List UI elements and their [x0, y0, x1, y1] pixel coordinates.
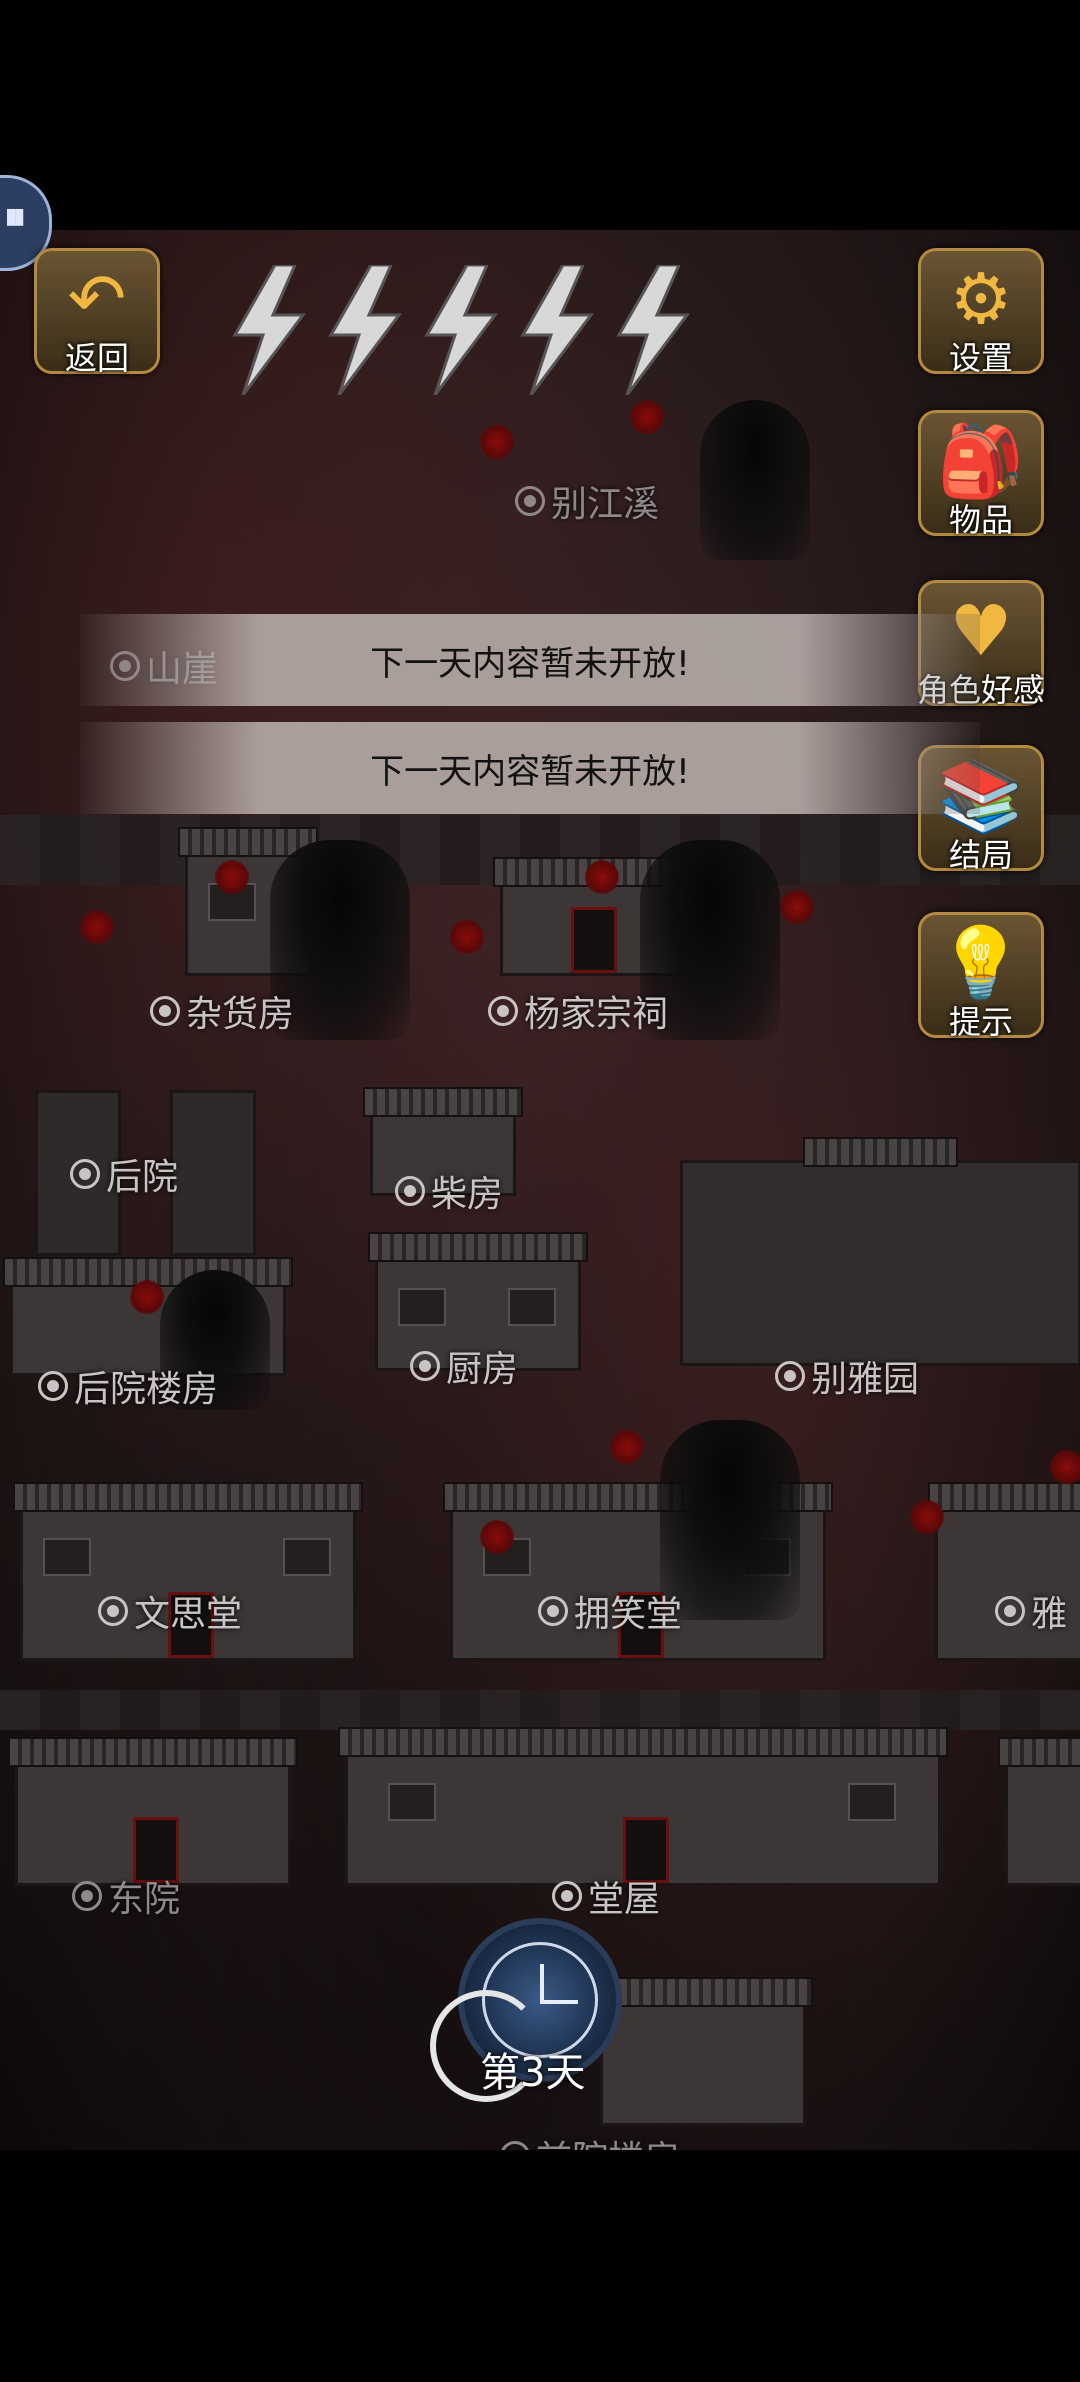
blood-spot — [480, 425, 514, 459]
blood-spot — [630, 400, 664, 434]
lightning-bolt-icon — [424, 265, 498, 395]
blood-spot — [910, 1500, 944, 1534]
location-dongyuan[interactable]: 东院 — [72, 1870, 180, 1922]
location-marker-icon — [410, 1351, 440, 1381]
back-arrow-icon: ↶ — [67, 258, 127, 340]
ya-building — [928, 1482, 1080, 1661]
backpack-icon: 🎒 — [937, 420, 1025, 502]
blood-spot — [585, 860, 619, 894]
location-ya[interactable]: 雅 — [995, 1585, 1067, 1637]
location-zahuofang[interactable]: 杂货房 — [150, 985, 294, 1037]
blood-spot — [80, 910, 114, 944]
location-wensitang[interactable]: 文思堂 — [98, 1585, 242, 1637]
gear-icon: ⚙ — [949, 258, 1013, 340]
location-marker-icon — [995, 1596, 1025, 1626]
location-bieyayuan[interactable]: 别雅园 — [775, 1350, 919, 1402]
location-marker-icon — [775, 1361, 805, 1391]
ghost-figure — [700, 400, 810, 560]
top-shade — [0, 0, 1080, 230]
bieyayuan-garden — [680, 1137, 1080, 1366]
location-marker-icon — [552, 1881, 582, 1911]
location-houyuanloufang[interactable]: 后院楼房 — [38, 1360, 218, 1412]
blood-spot — [780, 890, 814, 924]
location-biejiangxi[interactable]: 别江溪 — [515, 475, 659, 527]
location-marker-icon — [70, 1159, 100, 1189]
houyuan-gate-right — [170, 1090, 256, 1256]
location-yangjia[interactable]: 杨家宗祠 — [488, 985, 668, 1037]
wensitang-building — [13, 1482, 363, 1661]
location-yongxiaotang[interactable]: 拥笑堂 — [538, 1585, 682, 1637]
location-chufang[interactable]: 厨房 — [410, 1340, 518, 1392]
hint-button[interactable]: 💡 提示 — [918, 912, 1044, 1041]
blood-spot — [610, 1430, 644, 1464]
toast-message: 下一天内容暂未开放! — [80, 722, 980, 814]
lightning-bolt-icon — [520, 265, 594, 395]
lightning-bolt-icon — [232, 265, 306, 395]
location-marker-icon — [150, 996, 180, 1026]
back-button[interactable]: ↶ 返回 — [34, 248, 160, 377]
location-marker-icon — [38, 1371, 68, 1401]
location-qianyuanloufang[interactable]: 前院楼房 — [500, 2130, 680, 2150]
toast-message: 下一天内容暂未开放! — [80, 614, 980, 706]
location-marker-icon — [98, 1596, 128, 1626]
location-marker-icon — [72, 1881, 102, 1911]
blood-spot — [130, 1280, 164, 1314]
location-marker-icon — [395, 1176, 425, 1206]
courtyard-wall — [0, 1690, 1080, 1730]
location-tangwu[interactable]: 堂屋 — [552, 1870, 660, 1922]
blood-spot — [215, 860, 249, 894]
location-chaifang[interactable]: 柴房 — [395, 1165, 503, 1217]
location-houyuan[interactable]: 后院 — [70, 1148, 178, 1200]
settings-button[interactable]: ⚙ 设置 — [918, 248, 1044, 377]
location-marker-icon — [538, 1596, 568, 1626]
east-building — [998, 1737, 1080, 1886]
lightning-bolt-icon — [616, 265, 690, 395]
lightning-bolt-icon — [328, 265, 402, 395]
day-label: 第3天 — [480, 2050, 586, 2096]
dongyuan-building — [8, 1737, 298, 1886]
location-marker-icon — [488, 996, 518, 1026]
tangwu-building — [338, 1727, 948, 1886]
blood-spot — [450, 920, 484, 954]
energy-bar — [225, 265, 693, 395]
items-button[interactable]: 🎒 物品 — [918, 410, 1044, 539]
lightbulb-icon: 💡 — [937, 922, 1025, 1004]
location-marker-icon — [500, 2141, 530, 2150]
qianyuanloufang-building — [593, 1977, 813, 2126]
blood-spot — [480, 1520, 514, 1554]
blood-spot — [1050, 1450, 1080, 1484]
location-marker-icon — [515, 486, 545, 516]
